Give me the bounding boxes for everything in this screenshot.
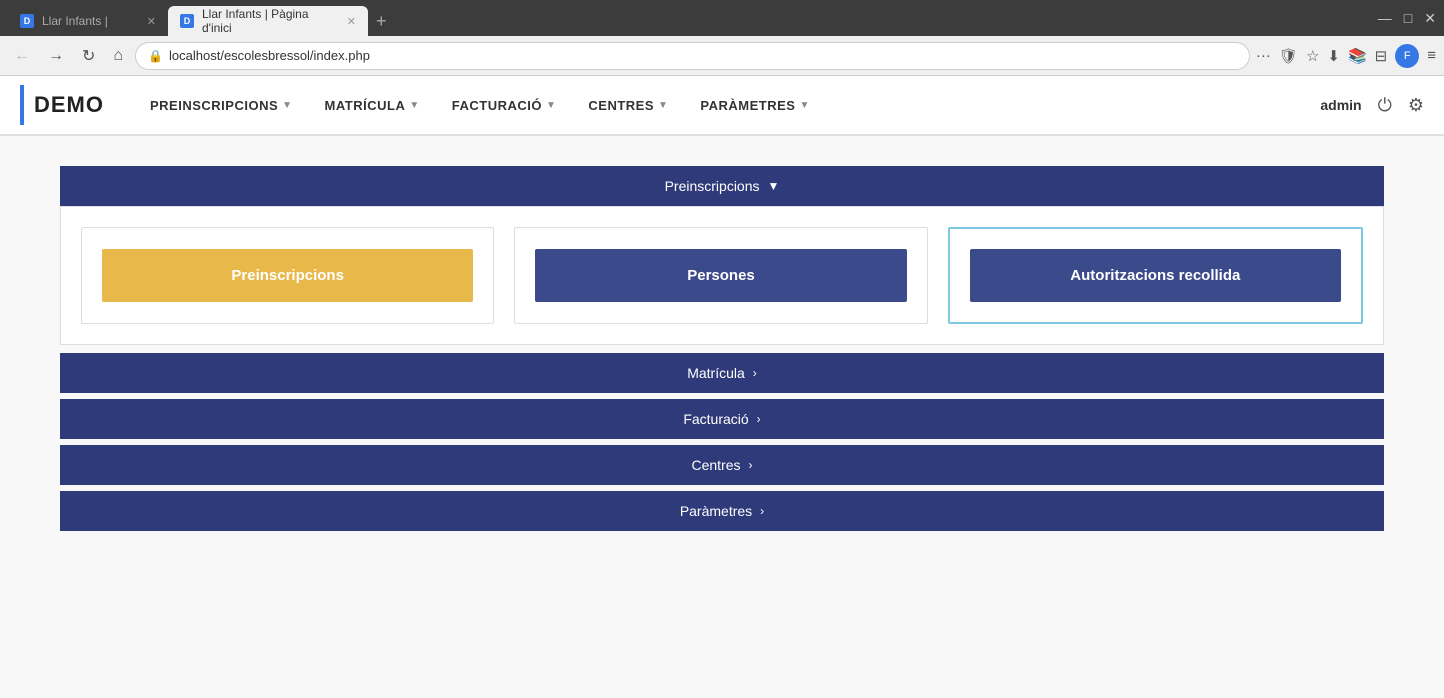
minimize-button[interactable]: — — [1378, 10, 1392, 27]
facturacio-bar[interactable]: Facturació › — [60, 399, 1384, 439]
security-icon: 🔒 — [148, 49, 163, 63]
matricula-label: Matrícula — [687, 365, 745, 381]
logo-bar: DEMO — [20, 85, 104, 125]
facturacio-arrow: › — [757, 412, 761, 426]
autoritzacions-card-wrapper: Autoritzacions recollida — [948, 227, 1363, 324]
app-nav: PREINSCRIPCIONS ▼ MATRÍCULA ▼ FACTURACIÓ… — [134, 75, 1320, 135]
nav-parametres[interactable]: PARÀMETRES ▼ — [684, 75, 825, 135]
tab2-label: Llar Infants | Pàgina d'inici — [202, 7, 339, 35]
settings-icon[interactable]: ⚙ — [1408, 95, 1424, 116]
preinscripcions-header-arrow: ▼ — [768, 179, 780, 193]
matricula-section: Matrícula › — [60, 353, 1384, 393]
toolbar-right: ··· 🛡 ☆ ⬇ 📚 ⊟ F ≡ — [1256, 44, 1436, 68]
browser-titlebar: D Llar Infants | ✕ D Llar Infants | Pàgi… — [0, 0, 1444, 36]
forward-button[interactable]: → — [42, 43, 70, 69]
preinscripcions-accordion: Preinscripcions ▼ Preinscripcions Person… — [60, 166, 1384, 345]
persones-button[interactable]: Persones — [535, 249, 906, 302]
shield-icon: 🛡 — [1279, 47, 1298, 65]
download-icon[interactable]: ⬇ — [1327, 47, 1340, 65]
parametres-arrow: › — [760, 504, 764, 518]
preinscripcions-card-wrapper: Preinscripcions — [81, 227, 494, 324]
profile-button[interactable]: F — [1395, 44, 1419, 68]
nav-facturacio-arrow: ▼ — [546, 100, 556, 111]
nav-parametres-arrow: ▼ — [799, 100, 809, 111]
nav-preinscripcions-arrow: ▼ — [282, 100, 292, 111]
nav-centres-arrow: ▼ — [658, 100, 668, 111]
facturacio-label: Facturació — [683, 411, 748, 427]
nav-centres-label: CENTRES — [588, 98, 654, 113]
nav-matricula-label: MATRÍCULA — [325, 98, 406, 113]
preinscripcions-accordion-body: Preinscripcions Persones Autoritzacions … — [60, 206, 1384, 345]
browser-tab-2[interactable]: D Llar Infants | Pàgina d'inici ✕ — [168, 6, 368, 36]
browser-tabs: D Llar Infants | ✕ D Llar Infants | Pàgi… — [8, 0, 1378, 36]
nav-matricula[interactable]: MATRÍCULA ▼ — [309, 75, 436, 135]
power-icon[interactable]: ⏻ — [1378, 95, 1392, 116]
nav-parametres-label: PARÀMETRES — [700, 98, 795, 113]
nav-centres[interactable]: CENTRES ▼ — [572, 75, 684, 135]
preinscripcions-accordion-header[interactable]: Preinscripcions ▼ — [60, 166, 1384, 206]
browser-toolbar: ← → ↻ ⌂ 🔒 localhost/escolesbressol/index… — [0, 36, 1444, 76]
header-right: admin ⏻ ⚙ — [1320, 95, 1424, 116]
nav-facturacio[interactable]: FACTURACIÓ ▼ — [436, 75, 573, 135]
app-header: DEMO PREINSCRIPCIONS ▼ MATRÍCULA ▼ FACTU… — [0, 76, 1444, 136]
library-icon[interactable]: 📚 — [1348, 47, 1367, 65]
centres-arrow: › — [749, 458, 753, 472]
centres-bar[interactable]: Centres › — [60, 445, 1384, 485]
matricula-bar[interactable]: Matrícula › — [60, 353, 1384, 393]
more-options-icon[interactable]: ··· — [1256, 47, 1271, 64]
maximize-button[interactable]: □ — [1404, 10, 1412, 27]
parametres-label: Paràmetres — [680, 503, 752, 519]
autoritzacions-button[interactable]: Autoritzacions recollida — [970, 249, 1341, 302]
nav-preinscripcions[interactable]: PREINSCRIPCIONS ▼ — [134, 75, 309, 135]
tab1-favicon: D — [20, 14, 34, 28]
logo-accent — [20, 85, 24, 125]
sidebar-toggle-icon[interactable]: ⊟ — [1375, 47, 1388, 65]
cards-row: Preinscripcions Persones Autoritzacions … — [81, 227, 1363, 324]
tab2-favicon: D — [180, 14, 194, 28]
facturacio-section: Facturació › — [60, 399, 1384, 439]
parametres-bar[interactable]: Paràmetres › — [60, 491, 1384, 531]
reload-button[interactable]: ↻ — [76, 42, 101, 70]
back-button[interactable]: ← — [8, 43, 36, 69]
bookmark-icon[interactable]: ☆ — [1306, 47, 1319, 65]
preinscripcions-header-label: Preinscripcions — [665, 178, 760, 194]
nav-preinscripcions-label: PREINSCRIPCIONS — [150, 98, 278, 113]
browser-tab-1[interactable]: D Llar Infants | ✕ — [8, 6, 168, 36]
tab2-close[interactable]: ✕ — [347, 15, 356, 28]
close-button[interactable]: ✕ — [1424, 10, 1436, 27]
menu-icon[interactable]: ≡ — [1427, 47, 1436, 64]
window-controls: — □ ✕ — [1378, 10, 1436, 27]
centres-section: Centres › — [60, 445, 1384, 485]
app-logo: DEMO — [34, 92, 104, 118]
address-bar[interactable]: 🔒 localhost/escolesbressol/index.php — [135, 42, 1250, 70]
tab1-close[interactable]: ✕ — [147, 15, 156, 28]
new-tab-button[interactable]: + — [368, 6, 395, 36]
url-text: localhost/escolesbressol/index.php — [169, 48, 1237, 63]
tab1-label: Llar Infants | — [42, 14, 108, 28]
matricula-arrow: › — [753, 366, 757, 380]
centres-label: Centres — [691, 457, 740, 473]
main-content: Preinscripcions ▼ Preinscripcions Person… — [0, 136, 1444, 698]
parametres-section: Paràmetres › — [60, 491, 1384, 531]
nav-facturacio-label: FACTURACIÓ — [452, 98, 542, 113]
admin-label: admin — [1320, 97, 1361, 113]
nav-matricula-arrow: ▼ — [409, 100, 419, 111]
preinscripcions-button[interactable]: Preinscripcions — [102, 249, 473, 302]
home-button[interactable]: ⌂ — [107, 43, 129, 69]
browser-chrome: D Llar Infants | ✕ D Llar Infants | Pàgi… — [0, 0, 1444, 76]
persones-card-wrapper: Persones — [514, 227, 927, 324]
